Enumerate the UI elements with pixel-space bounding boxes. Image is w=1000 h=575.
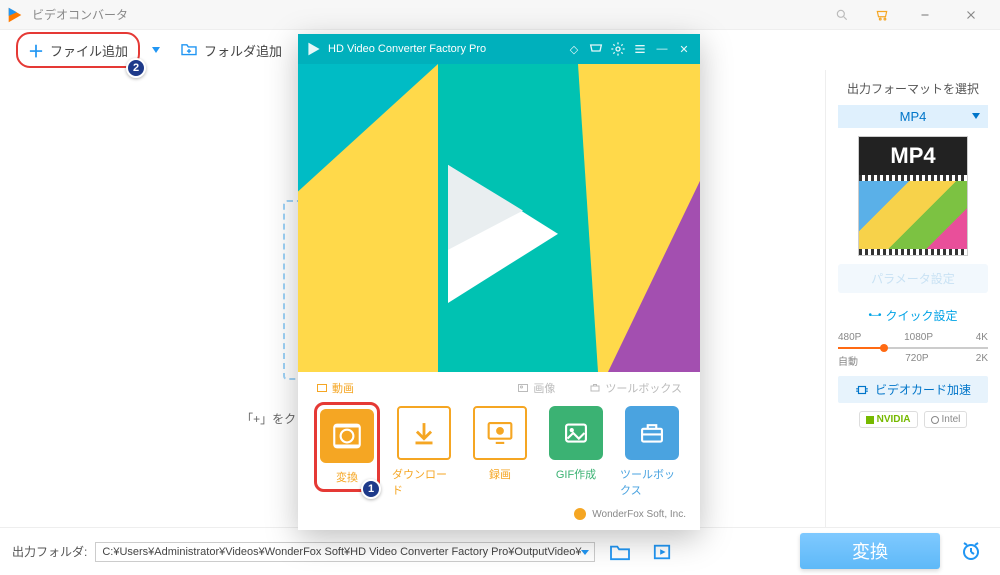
open-folder-button[interactable]: [603, 539, 637, 565]
output-folder-path[interactable]: C:¥Users¥Administrator¥Videos¥WonderFox …: [95, 542, 595, 562]
launcher-categories: 動画 画像 ツールボックス: [298, 372, 700, 396]
step-badge-1: 1: [361, 479, 381, 499]
category-toolbox: ツールボックス: [589, 380, 682, 396]
gpu-vendor-chips: NVIDIA Intel: [859, 411, 968, 428]
chip-icon: [855, 383, 869, 397]
launcher-tiles: 変換 1 ダウンロード 録画 GIF作成 ツールボックス: [298, 396, 700, 504]
diamond-icon[interactable]: ◇: [566, 41, 582, 57]
chevron-down-icon: [581, 550, 589, 555]
format-thumbnail-label: MP4: [859, 137, 967, 175]
titlebar: ビデオコンバータ: [0, 0, 1000, 30]
cart-icon[interactable]: [588, 41, 604, 57]
add-file-label: ファイル追加: [50, 41, 128, 60]
tile-download[interactable]: ダウンロード: [392, 406, 456, 498]
app-logo-icon: [306, 41, 322, 57]
close-button[interactable]: [948, 1, 994, 29]
launcher-titlebar: HD Video Converter Factory Pro ◇ — ✕: [298, 34, 700, 64]
folder-plus-icon: [180, 42, 198, 59]
add-folder-button[interactable]: フォルダ追加: [170, 37, 292, 64]
cart-icon[interactable]: [862, 1, 902, 29]
clock-icon: [959, 539, 983, 563]
film-strip-icon: [859, 175, 967, 255]
output-settings-button[interactable]: [645, 539, 679, 565]
format-thumbnail[interactable]: MP4: [858, 136, 968, 256]
nvidia-chip: NVIDIA: [859, 411, 918, 428]
output-format-title: 出力フォーマットを選択: [847, 80, 979, 97]
quick-settings-title: クイック設定: [868, 307, 957, 324]
minimize-button[interactable]: [902, 1, 948, 29]
format-select[interactable]: MP4: [838, 105, 988, 128]
chevron-down-icon: [972, 113, 980, 119]
search-icon[interactable]: [822, 1, 862, 29]
plus-icon: ＋: [28, 38, 44, 62]
params-label: パラメータ設定: [871, 272, 955, 286]
add-file-button[interactable]: ＋ ファイル追加 2: [16, 32, 140, 68]
dropdown-icon[interactable]: [152, 47, 160, 53]
output-folder-label: 出力フォルダ:: [12, 543, 87, 560]
tile-convert[interactable]: 変換 1: [314, 402, 380, 492]
category-image: 画像: [517, 380, 555, 396]
launcher-footer: WonderFox Soft, Inc.: [298, 504, 700, 530]
tile-gif[interactable]: GIF作成: [544, 406, 608, 482]
params-button[interactable]: パラメータ設定: [838, 264, 988, 293]
menu-icon[interactable]: [632, 41, 648, 57]
right-panel: 出力フォーマットを選択 MP4 MP4 パラメータ設定 クイック設定 480P …: [825, 70, 1000, 527]
tile-toolbox[interactable]: ツールボックス: [620, 406, 684, 498]
gpu-accel-button[interactable]: ビデオカード加速: [838, 376, 988, 403]
app-logo-icon: [6, 6, 24, 24]
wonderfox-logo-icon: [574, 508, 586, 520]
gear-icon[interactable]: [610, 41, 626, 57]
launcher-window: HD Video Converter Factory Pro ◇ — ✕ 動画 …: [298, 34, 700, 530]
category-video: 動画: [316, 380, 354, 396]
close-button[interactable]: ✕: [676, 41, 692, 57]
tile-record[interactable]: 録画: [468, 406, 532, 482]
minimize-button[interactable]: —: [654, 41, 670, 57]
add-folder-label: フォルダ追加: [204, 41, 282, 60]
alarm-button[interactable]: [956, 537, 986, 565]
convert-button[interactable]: 変換: [800, 533, 940, 569]
intel-chip: Intel: [924, 411, 968, 428]
app-title: ビデオコンバータ: [32, 6, 128, 23]
format-select-label: MP4: [900, 109, 927, 124]
launcher-hero: [298, 64, 700, 372]
launcher-title: HD Video Converter Factory Pro: [328, 43, 486, 55]
resolution-slider[interactable]: 480P 1080P 4K 自動 720P 2K: [838, 332, 988, 368]
